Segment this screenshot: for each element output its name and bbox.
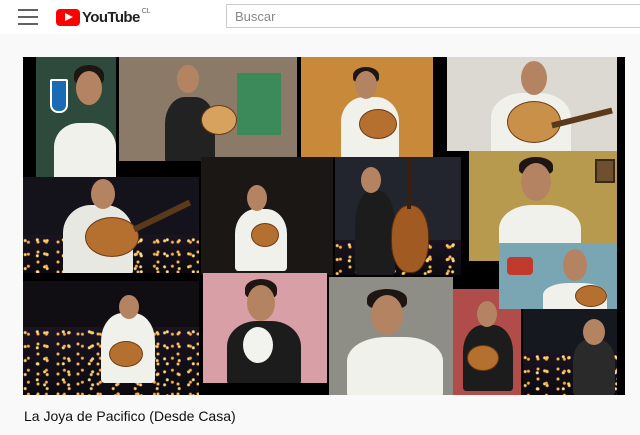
masthead: YouTube CL [0,0,640,34]
youtube-logo[interactable]: YouTube CL [56,8,151,26]
video-player[interactable] [23,57,625,395]
video-frame-tile [335,157,461,275]
youtube-play-icon [56,8,80,26]
video-title: La Joya de Pacifico (Desde Casa) [24,408,236,424]
video-frame-tile [329,277,453,395]
menu-icon[interactable] [18,9,38,25]
video-frame-tile [23,177,199,273]
video-frame-tile [301,57,433,157]
video-frame-tile [201,157,333,275]
region-code: CL [141,7,151,15]
video-frame-tile [523,309,617,395]
video-frame-tile [203,273,327,383]
logo-text: YouTube [82,8,140,26]
video-frame-tile [447,57,617,151]
search-input[interactable] [226,4,640,28]
video-frame-tile [499,243,617,309]
video-frame-tile [36,57,116,179]
video-frame-tile [119,57,297,161]
video-frame-tile [23,281,199,395]
